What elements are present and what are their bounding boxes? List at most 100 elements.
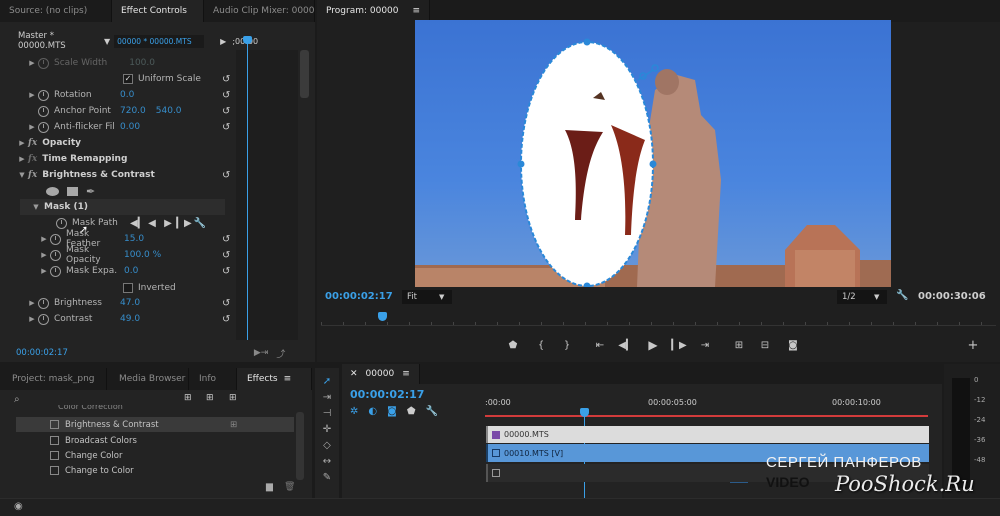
- fx-icon[interactable]: fx: [28, 170, 37, 180]
- play-clip-icon[interactable]: ▶⇥: [254, 348, 268, 358]
- effect-controls-scrollbar[interactable]: [300, 50, 309, 98]
- effect-time-remapping[interactable]: ▶ fx Time Remapping: [0, 151, 298, 167]
- expand-triangle-icon[interactable]: ▶: [26, 59, 38, 67]
- close-icon[interactable]: ✕: [350, 369, 358, 379]
- yuv-effects-icon[interactable]: ⊞: [229, 393, 237, 403]
- wrench-icon[interactable]: 🔧: [192, 218, 208, 229]
- track-backward-icon[interactable]: ◀▎: [130, 218, 145, 229]
- rectangle-mask-icon[interactable]: [67, 186, 78, 196]
- stopwatch-icon[interactable]: [38, 313, 49, 325]
- reset-icon[interactable]: ↺: [222, 298, 230, 309]
- tab-effect-controls[interactable]: Effect Controls: [112, 0, 204, 22]
- step-backward-icon[interactable]: ◀: [144, 218, 160, 229]
- expand-triangle-icon[interactable]: ▶: [38, 267, 50, 275]
- razor-tool-icon[interactable]: ◇: [318, 440, 336, 454]
- stopwatch-icon[interactable]: [38, 297, 49, 309]
- property-value[interactable]: 0.0: [120, 90, 134, 100]
- collapse-triangle-icon[interactable]: ▼: [30, 203, 42, 211]
- list-item[interactable]: Change Color: [16, 448, 294, 463]
- stopwatch-icon[interactable]: [50, 249, 61, 261]
- expand-triangle-icon[interactable]: ▶: [26, 91, 38, 99]
- snap-icon[interactable]: ✲: [350, 406, 358, 417]
- reset-icon[interactable]: ↺: [222, 170, 230, 181]
- rolling-edit-tool-icon[interactable]: ✛: [318, 424, 336, 438]
- mark-in-icon[interactable]: {: [533, 340, 549, 351]
- stopwatch-icon[interactable]: [50, 265, 61, 277]
- extract-icon[interactable]: ⊟: [757, 340, 773, 351]
- panel-menu-icon[interactable]: ≡: [413, 6, 421, 16]
- go-to-out-icon[interactable]: ⇥: [697, 340, 713, 351]
- chevron-down-icon[interactable]: ▼: [104, 37, 110, 46]
- play-icon[interactable]: ▶: [645, 338, 661, 352]
- program-scrub-bar[interactable]: [321, 314, 996, 326]
- stopwatch-icon[interactable]: [38, 57, 49, 69]
- pen-tool-icon[interactable]: ✎: [318, 472, 336, 486]
- button-editor-icon[interactable]: +: [965, 338, 981, 353]
- effect-brightness-contrast[interactable]: ▼ fx Brightness & Contrast ↺: [0, 167, 298, 183]
- lift-icon[interactable]: ⊞: [731, 340, 747, 351]
- clip-selector[interactable]: 00000 * 00000.MTS: [114, 34, 205, 48]
- reset-icon[interactable]: ↺: [222, 266, 230, 277]
- tab-audio-clip-mixer[interactable]: Audio Clip Mixer: 00000: [204, 0, 315, 22]
- list-item[interactable]: Broadcast Colors: [16, 433, 294, 448]
- status-icon[interactable]: ◉: [14, 501, 23, 512]
- reset-icon[interactable]: ↺: [222, 314, 230, 325]
- property-value[interactable]: 15.0: [124, 234, 144, 244]
- property-value[interactable]: 720.0: [120, 106, 146, 116]
- stopwatch-icon[interactable]: [56, 217, 67, 229]
- play-only-icon[interactable]: ▶: [220, 37, 226, 46]
- new-bin-icon[interactable]: ▆: [266, 482, 273, 492]
- stopwatch-icon[interactable]: [50, 233, 61, 245]
- property-value[interactable]: 0.0: [124, 266, 138, 276]
- slip-tool-icon[interactable]: ↔: [318, 456, 336, 470]
- delete-icon[interactable]: 🗑: [284, 482, 295, 492]
- track-select-tool-icon[interactable]: ⇥: [318, 392, 336, 406]
- property-value[interactable]: 47.0: [120, 298, 140, 308]
- stopwatch-icon[interactable]: [38, 105, 49, 117]
- mark-out-icon[interactable]: }: [559, 340, 575, 351]
- linked-selection-icon[interactable]: ◐: [368, 406, 377, 417]
- reset-icon[interactable]: ↺: [222, 122, 230, 133]
- stopwatch-icon[interactable]: [38, 89, 49, 101]
- clip-v2[interactable]: 00000.MTS: [486, 426, 929, 443]
- tab-effects[interactable]: Effects ≡: [237, 368, 312, 390]
- tab-timeline[interactable]: ✕ 00000 ≡: [342, 364, 420, 384]
- property-value[interactable]: 540.0: [156, 106, 182, 116]
- expand-triangle-icon[interactable]: ▶: [26, 123, 38, 131]
- quality-select[interactable]: 1/2 ▼: [837, 290, 887, 304]
- mini-playhead-handle[interactable]: [243, 36, 252, 44]
- expand-triangle-icon[interactable]: ▶: [26, 315, 38, 323]
- export-icon[interactable]: ⤴: [276, 347, 285, 360]
- tab-source[interactable]: Source: (no clips): [0, 0, 112, 22]
- property-value[interactable]: 0.00: [120, 122, 140, 132]
- reset-icon[interactable]: ↺: [222, 234, 230, 245]
- tab-media-browser[interactable]: Media Browser: [107, 368, 189, 390]
- stopwatch-icon[interactable]: [38, 121, 49, 133]
- go-to-in-icon[interactable]: ⇤: [592, 340, 608, 351]
- reset-icon[interactable]: ↺: [222, 106, 230, 117]
- expand-triangle-icon[interactable]: ▶: [16, 155, 28, 163]
- 32-bit-effects-icon[interactable]: ⊞: [206, 393, 214, 403]
- collapse-triangle-icon[interactable]: ▼: [16, 171, 28, 179]
- inverted-checkbox[interactable]: [123, 283, 133, 293]
- expand-triangle-icon[interactable]: ▶: [26, 299, 38, 307]
- marker-icon[interactable]: ⬟: [407, 406, 416, 417]
- tab-project[interactable]: Project: mask_png: [0, 368, 107, 390]
- property-value[interactable]: 100.0 %: [124, 250, 161, 260]
- reset-icon[interactable]: ↺: [222, 90, 230, 101]
- add-edit-icon[interactable]: ◙: [387, 406, 397, 417]
- selection-tool-icon[interactable]: ➚: [318, 376, 336, 390]
- program-playhead[interactable]: [377, 312, 387, 321]
- fx-icon[interactable]: fx: [28, 138, 37, 148]
- effects-scrollbar[interactable]: [296, 412, 304, 480]
- expand-triangle-icon[interactable]: ▶: [38, 251, 50, 259]
- effect-opacity[interactable]: ▶ fx Opacity: [0, 135, 298, 151]
- timeline-playhead-handle[interactable]: [580, 408, 589, 417]
- reset-icon[interactable]: ↺: [222, 250, 230, 261]
- tab-program[interactable]: Program: 00000 ≡: [317, 0, 431, 22]
- time-ruler[interactable]: :00:00 00:00:05:00 00:00:10:00: [485, 394, 930, 418]
- panel-menu-icon[interactable]: ≡: [284, 374, 292, 384]
- list-item[interactable]: Change to Color: [16, 463, 294, 478]
- step-back-icon[interactable]: ◀▎: [618, 340, 634, 351]
- tab-info[interactable]: Info: [189, 368, 237, 390]
